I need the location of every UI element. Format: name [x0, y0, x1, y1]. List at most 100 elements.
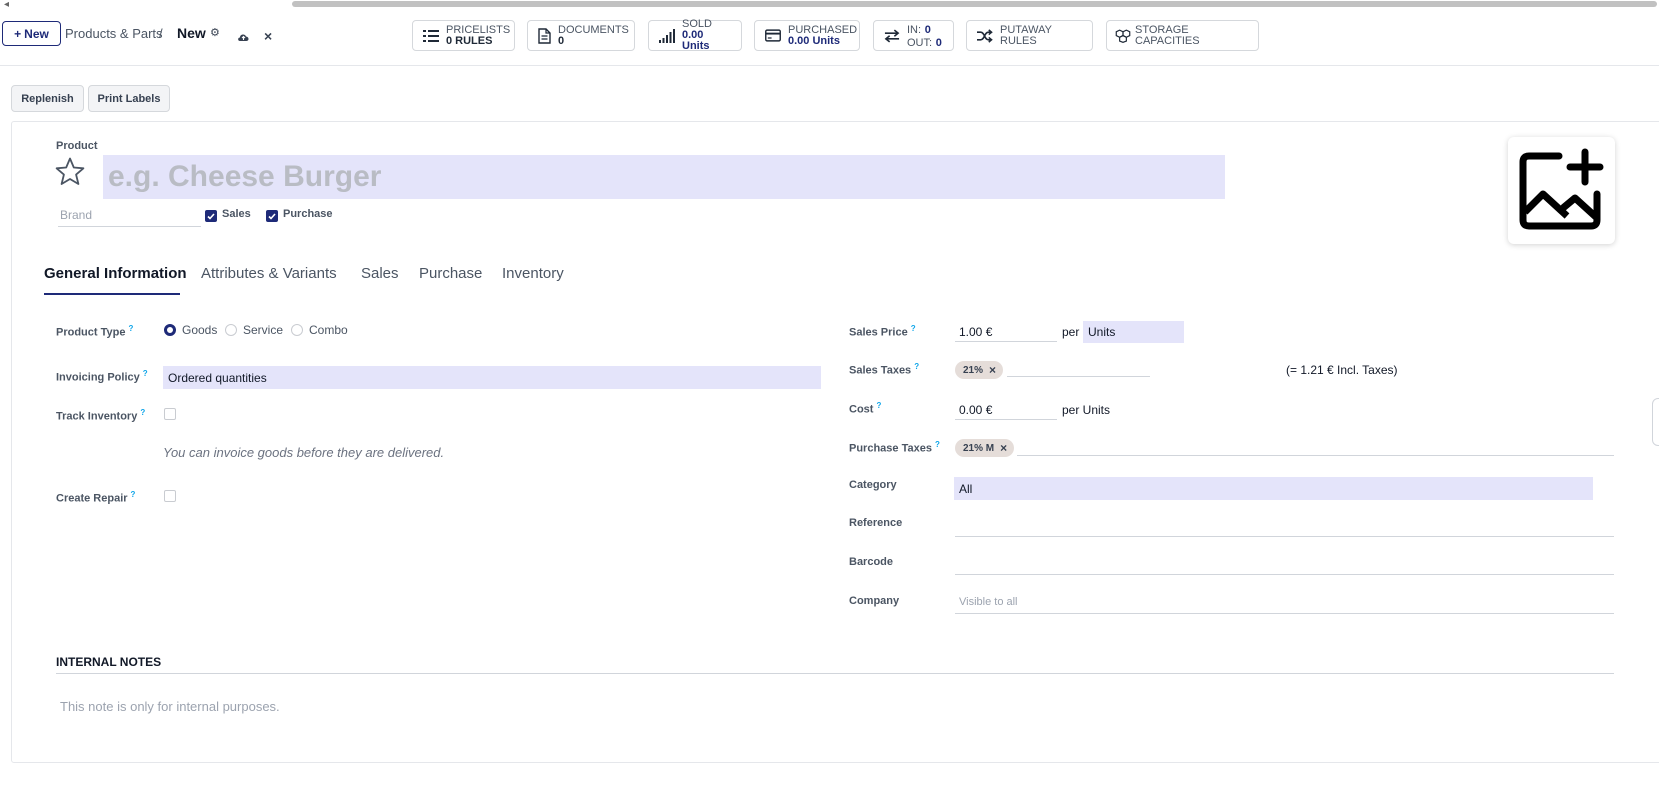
help-icon: ? [910, 324, 916, 333]
out-label: OUT: [907, 36, 933, 49]
tab-sales[interactable]: Sales [361, 265, 399, 282]
breadcrumb-current: New [177, 25, 206, 41]
remove-tag-icon[interactable]: × [989, 363, 996, 377]
tab-inventory[interactable]: Inventory [502, 265, 564, 282]
sales-uom-select[interactable]: Units [1083, 321, 1184, 343]
help-icon: ? [130, 490, 136, 499]
track-inventory-label: Track Inventory? [56, 408, 146, 423]
purchase-checkbox-label: Purchase [283, 208, 333, 220]
purchased-label: PURCHASED [788, 23, 858, 36]
storage-capacities-button[interactable]: STORAGE CAPACITIES [1106, 20, 1259, 51]
tab-attributes-variants[interactable]: Attributes & Variants [201, 265, 337, 282]
product-name-input[interactable]: e.g. Cheese Burger [103, 155, 1225, 199]
cloud-upload-icon[interactable] [237, 30, 250, 45]
gear-icon[interactable]: ⚙ [210, 26, 220, 39]
internal-notes-editor[interactable]: This note is only for internal purposes. [60, 699, 280, 714]
purchase-tax-tag-label: 21% M [963, 442, 995, 454]
side-panel-handle[interactable] [1652, 398, 1659, 446]
shuffle-icon [977, 28, 993, 44]
radio-combo[interactable] [291, 324, 303, 336]
scroll-left-icon[interactable]: ◂ [4, 0, 9, 10]
sales-tax-tag[interactable]: 21% × [955, 361, 1004, 379]
header-divider [0, 65, 1659, 66]
invoicing-policy-select[interactable]: Ordered quantities [163, 366, 821, 389]
putaway-rules-label: PUTAWAY RULES [1000, 23, 1052, 47]
documents-value: 0 [558, 34, 565, 47]
document-icon [538, 27, 551, 44]
help-icon: ? [140, 408, 146, 417]
sold-value: 0.00 Units [682, 29, 710, 52]
list-icon [423, 28, 439, 44]
sales-price-input[interactable]: 1.00 € [955, 320, 1057, 342]
active-tab-indicator [44, 293, 180, 295]
pricelists-label: PRICELISTS [446, 23, 511, 36]
new-button[interactable]: + New [2, 21, 61, 46]
product-label: Product [56, 140, 98, 152]
category-select[interactable]: All [954, 477, 1593, 500]
purchase-taxes-label: Purchase Taxes? [849, 440, 940, 455]
remove-tag-icon[interactable]: × [1000, 441, 1007, 455]
reference-label: Reference [849, 517, 903, 529]
create-repair-label: Create Repair? [56, 490, 136, 505]
track-inventory-checkbox[interactable] [164, 408, 176, 420]
reference-input[interactable] [955, 536, 1614, 537]
product-type-label: Product Type? [56, 324, 134, 339]
documents-button[interactable]: DOCUMENTS 0 [527, 20, 635, 51]
print-labels-button[interactable]: Print Labels [88, 85, 170, 112]
cost-label: Cost? [849, 401, 882, 416]
tab-general-information[interactable]: General Information [44, 265, 187, 282]
purchase-tax-tag[interactable]: 21% M × [955, 439, 1015, 457]
tab-purchase[interactable]: Purchase [419, 265, 482, 282]
invoicing-policy-label: Invoicing Policy? [56, 369, 148, 384]
cost-per-units: per Units [1062, 403, 1111, 417]
pricelists-button[interactable]: PRICELISTS 0 RULES [412, 20, 515, 51]
company-select[interactable]: Visible to all [955, 596, 1614, 614]
product-image-upload[interactable] [1508, 137, 1615, 244]
invoice-hint: You can invoice goods before they are de… [163, 445, 445, 460]
discard-icon[interactable]: × [264, 29, 272, 43]
documents-label: DOCUMENTS [558, 23, 629, 36]
exchange-icon [884, 28, 900, 44]
replenish-button[interactable]: Replenish [11, 85, 84, 112]
breadcrumb-separator: / [159, 26, 163, 41]
radio-service[interactable] [225, 324, 237, 336]
checkmark-icon [207, 212, 215, 220]
in-value: 0 [924, 23, 931, 36]
create-repair-checkbox[interactable] [164, 490, 176, 502]
in-out-button[interactable]: IN: 0 OUT: 0 [873, 20, 954, 51]
barcode-input[interactable] [955, 574, 1614, 575]
sales-taxes-input[interactable] [1007, 376, 1150, 377]
incl-taxes-amount: (= 1.21 € Incl. Taxes) [1286, 363, 1398, 377]
purchased-button[interactable]: PURCHASED 0.00 Units [754, 20, 860, 51]
out-value: 0 [935, 36, 942, 49]
radio-service-label: Service [243, 323, 284, 337]
product-name-placeholder: e.g. Cheese Burger [108, 160, 382, 193]
brand-input[interactable]: Brand [58, 204, 201, 227]
purchase-checkbox[interactable] [266, 210, 278, 222]
sales-price-label: Sales Price? [849, 324, 916, 339]
pricelists-value: 0 RULES [446, 34, 493, 47]
help-icon: ? [934, 440, 940, 449]
star-icon[interactable] [55, 157, 85, 189]
sales-taxes-label: Sales Taxes? [849, 362, 920, 377]
purchase-taxes-input[interactable] [1017, 455, 1614, 456]
category-label: Category [849, 479, 897, 491]
storage-capacities-label: STORAGE CAPACITIES [1135, 23, 1200, 47]
add-image-icon [1519, 148, 1603, 229]
radio-goods[interactable] [164, 324, 176, 336]
radio-goods-label: Goods [182, 323, 218, 337]
credit-card-icon [765, 28, 781, 44]
checkmark-icon [268, 212, 276, 220]
in-label: IN: [907, 23, 922, 36]
internal-notes-divider [56, 673, 1614, 674]
breadcrumb-parent[interactable]: Products & Parts [65, 26, 163, 41]
horizontal-scrollbar[interactable] [292, 1, 1657, 7]
sales-checkbox[interactable] [205, 210, 217, 222]
cost-input[interactable]: 0.00 € [955, 398, 1057, 420]
putaway-rules-button[interactable]: PUTAWAY RULES [966, 20, 1093, 51]
help-icon: ? [142, 369, 148, 378]
sales-price-per: per [1062, 325, 1080, 339]
sales-tax-tag-label: 21% [963, 364, 984, 376]
radio-combo-label: Combo [309, 323, 348, 337]
sold-button[interactable]: SOLD 0.00 Units [648, 19, 742, 52]
